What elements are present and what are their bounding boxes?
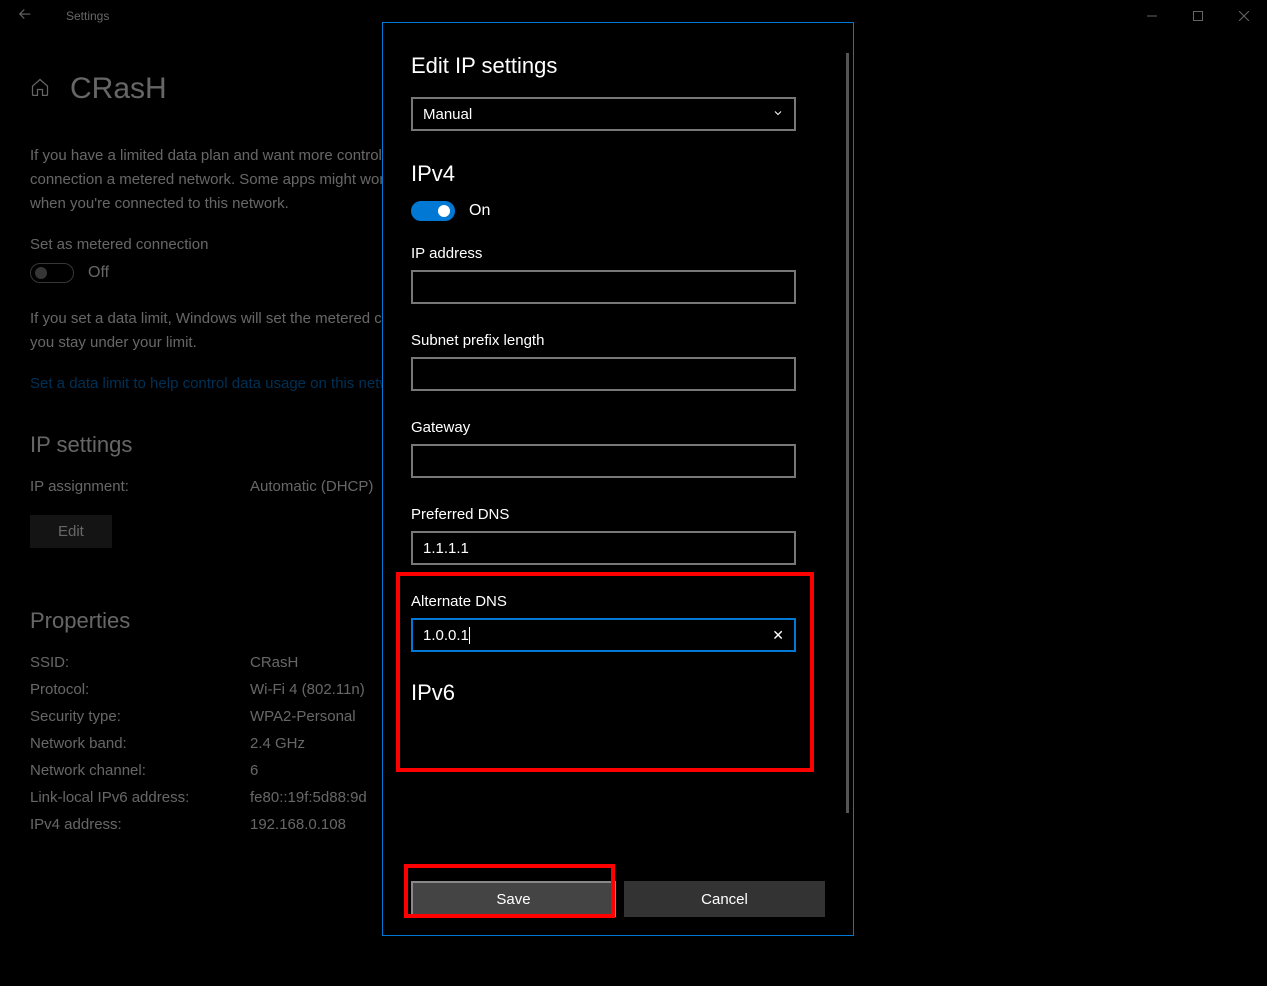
chevron-down-icon — [772, 106, 784, 123]
ip-assignment-value: Automatic (DHCP) — [250, 478, 373, 495]
ipv6-title: IPv6 — [411, 680, 819, 706]
back-arrow-icon[interactable] — [8, 1, 42, 32]
ip-address-input[interactable] — [411, 270, 796, 304]
alternate-dns-label: Alternate DNS — [411, 593, 819, 610]
close-button[interactable] — [1221, 0, 1267, 32]
home-icon[interactable] — [30, 77, 50, 102]
preferred-dns-input[interactable]: 1.1.1.1 — [411, 531, 796, 565]
window-title: Settings — [66, 9, 109, 23]
minimize-button[interactable] — [1129, 0, 1175, 32]
ipv4-title: IPv4 — [411, 161, 819, 187]
clear-input-icon[interactable]: ✕ — [772, 627, 784, 644]
gateway-label: Gateway — [411, 419, 819, 436]
dialog-title: Edit IP settings — [411, 53, 819, 79]
alternate-dns-input[interactable]: 1.0.0.1 ✕ — [411, 618, 796, 652]
metered-toggle[interactable] — [30, 263, 74, 283]
maximize-button[interactable] — [1175, 0, 1221, 32]
edit-button[interactable]: Edit — [30, 515, 112, 548]
ip-address-label: IP address — [411, 245, 819, 262]
save-button[interactable]: Save — [411, 881, 616, 917]
page-title: CRasH — [70, 72, 167, 106]
subnet-label: Subnet prefix length — [411, 332, 819, 349]
gateway-input[interactable] — [411, 444, 796, 478]
metered-state-text: Off — [88, 264, 109, 282]
ip-assignment-label: IP assignment: — [30, 478, 250, 495]
preferred-dns-label: Preferred DNS — [411, 506, 819, 523]
subnet-input[interactable] — [411, 357, 796, 391]
ipv4-state-text: On — [469, 202, 490, 220]
window-controls — [1129, 0, 1267, 32]
ip-mode-select[interactable]: Manual — [411, 97, 796, 131]
cancel-button[interactable]: Cancel — [624, 881, 825, 917]
ip-mode-value: Manual — [423, 106, 472, 123]
edit-ip-dialog: Edit IP settings Manual IPv4 On IP addre… — [382, 22, 854, 936]
dialog-scrollbar[interactable] — [846, 53, 849, 813]
ipv4-toggle[interactable] — [411, 201, 455, 221]
